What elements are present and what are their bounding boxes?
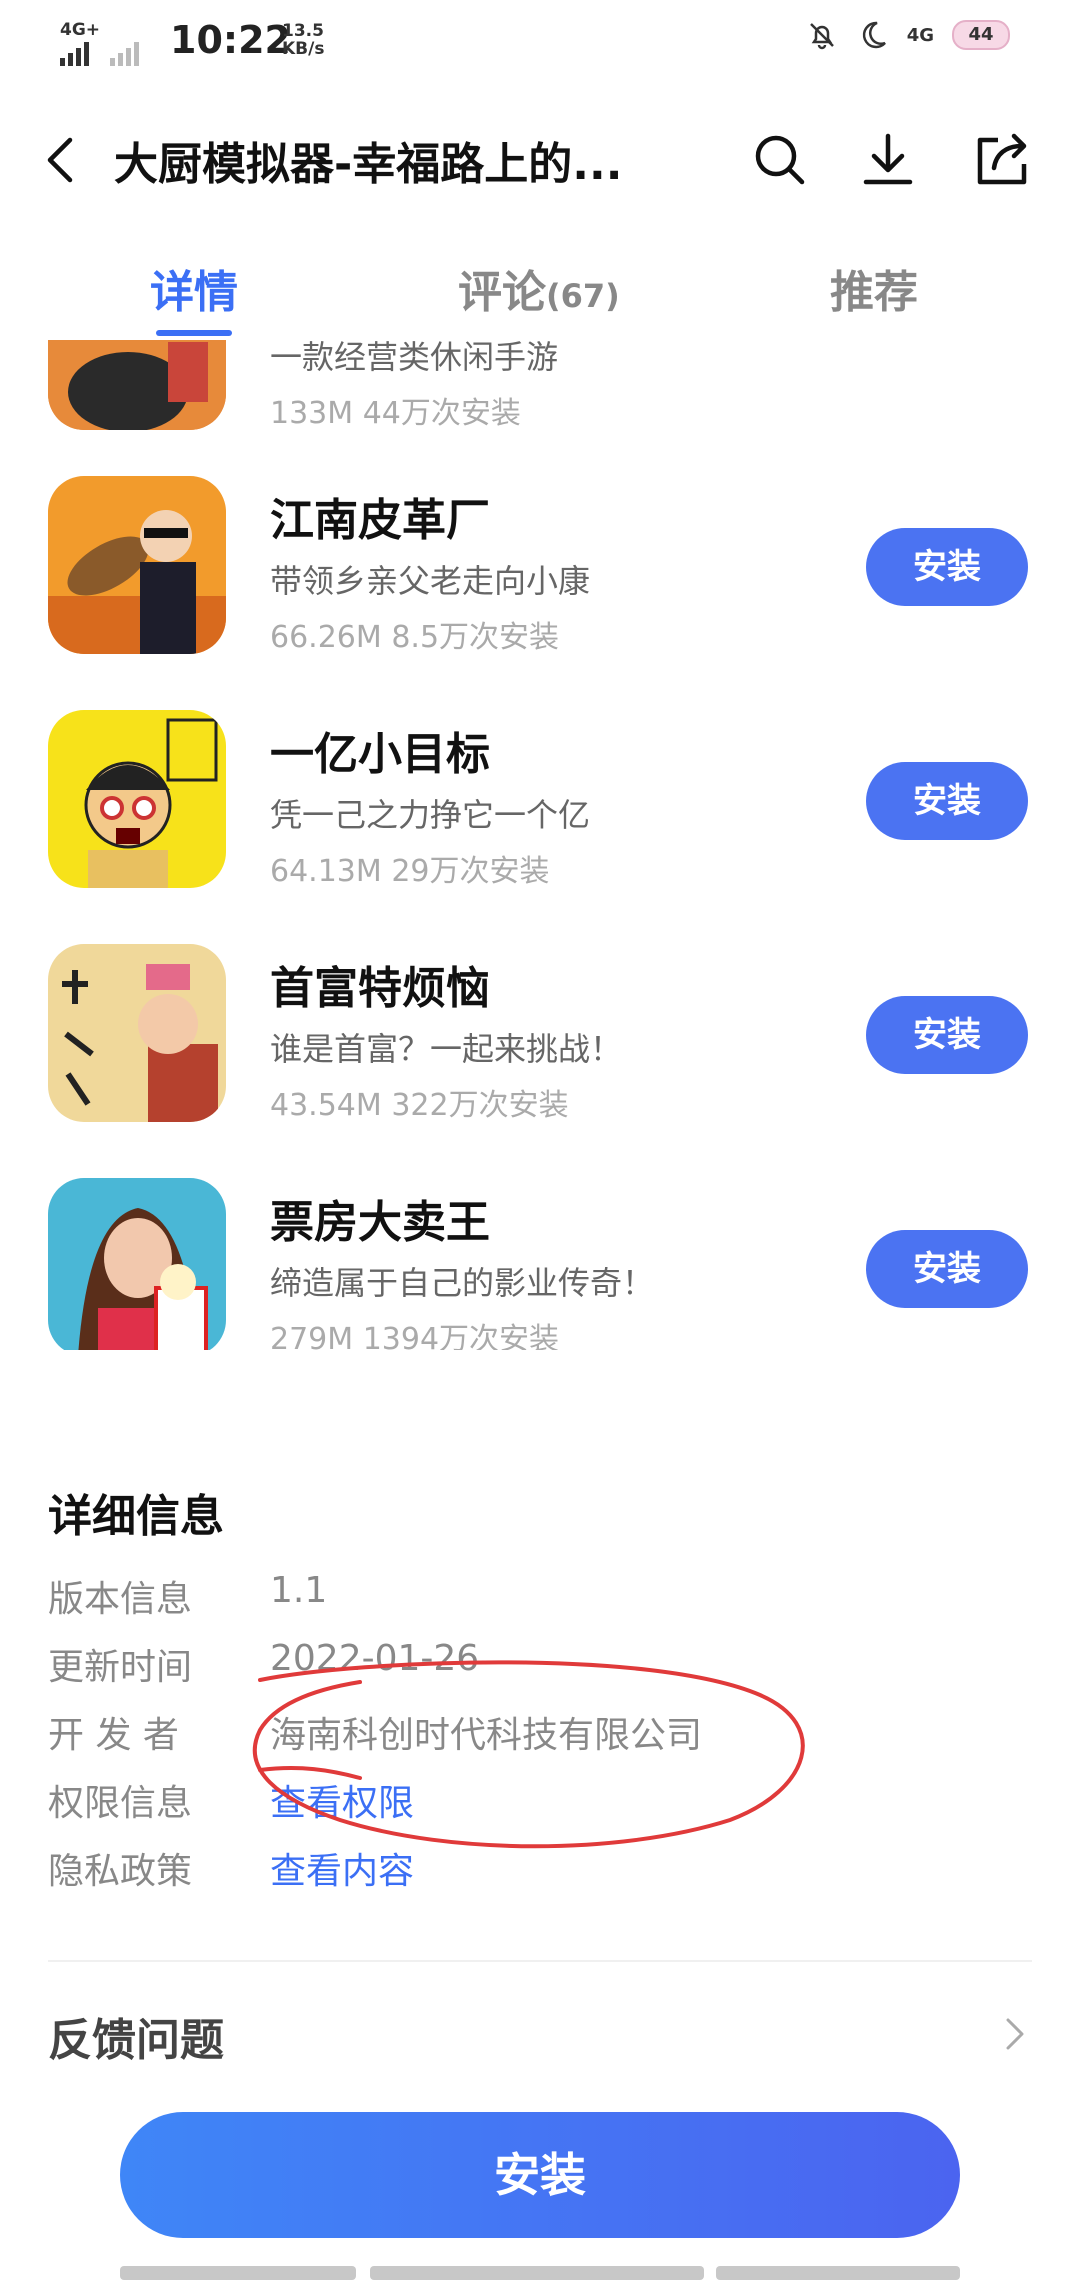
install-button[interactable]: 安装	[866, 762, 1028, 840]
nav-bar-segment	[120, 2266, 356, 2280]
list-item[interactable]: 江南皮革厂 带领乡亲父老走向小康 66.26M 8.5万次安装 安装	[0, 476, 1080, 656]
detail-value: 1.1	[270, 1570, 328, 1611]
tab-comments[interactable]: 评论(67)	[458, 256, 620, 320]
status-bar: 4G+ 10:22 13.5 KB/s 4G 44	[0, 0, 1080, 84]
app-name: 首富特烦恼	[270, 963, 490, 1014]
detail-label: 更新时间	[48, 1647, 193, 1688]
app-art	[48, 476, 226, 654]
app-thumbnail	[48, 1178, 226, 1350]
battery-indicator: 44	[952, 20, 1010, 50]
app-art	[48, 944, 226, 1122]
moon-icon	[862, 21, 886, 49]
details-heading: 详细信息	[48, 1491, 224, 1542]
app-thumbnail	[48, 944, 226, 1122]
list-item[interactable]: 一款经营类休闲手游 133M 44万次安装 安装	[0, 340, 1080, 432]
app-desc: 谁是首富？一起来挑战！	[270, 1030, 623, 1068]
app-meta: 66.26M 8.5万次安装	[270, 620, 560, 655]
list-item[interactable]: 一亿小目标 凭一己之力挣它一个亿 64.13M 29万次安装 安装	[0, 710, 1080, 890]
tab-details[interactable]: 详情	[150, 256, 238, 320]
app-thumbnail	[48, 710, 226, 888]
app-art	[48, 1178, 226, 1350]
detail-label: 开 发 者	[48, 1715, 179, 1756]
app-desc: 缔造属于自己的影业传奇！	[270, 1264, 655, 1302]
detail-row-version: 版本信息 1.1	[48, 1570, 1048, 1630]
app-header: 大厨模拟器-幸福路上的...	[0, 110, 1080, 210]
chevron-right-icon[interactable]	[1000, 2012, 1030, 2056]
signal-icon	[60, 40, 89, 66]
app-name: 票房大卖王	[270, 1197, 490, 1248]
app-name: 江南皮革厂	[270, 495, 490, 546]
page-title: 大厨模拟器-幸福路上的...	[114, 139, 623, 190]
nav-bar-segment	[716, 2266, 960, 2280]
clock: 10:22	[170, 18, 291, 62]
divider	[48, 1960, 1032, 1962]
app-desc: 一款经营类休闲手游	[270, 340, 559, 376]
app-desc: 凭一己之力挣它一个亿	[270, 796, 591, 834]
app-name: 一亿小目标	[270, 729, 490, 780]
app-thumbnail	[48, 340, 226, 430]
net-speed: 13.5 KB/s	[282, 21, 325, 59]
app-thumbnail	[48, 476, 226, 654]
tab-bar: 详情 评论(67) 推荐	[0, 250, 1080, 340]
tab-recommend[interactable]: 推荐	[830, 256, 918, 320]
search-icon[interactable]	[748, 128, 812, 192]
app-meta: 279M 1394万次安装	[270, 1322, 560, 1350]
download-icon[interactable]	[856, 128, 920, 192]
back-arrow-icon[interactable]	[36, 132, 92, 188]
recommend-list: 一款经营类休闲手游 133M 44万次安装 安装 江南皮革厂 带领乡亲父老走向小…	[0, 340, 1080, 1350]
app-art	[48, 710, 226, 888]
nav-bar-segment	[370, 2266, 704, 2280]
detail-label: 隐私政策	[48, 1851, 193, 1892]
mute-bell-icon	[809, 23, 834, 50]
status-icons: 4G 44	[805, 18, 1010, 52]
list-item[interactable]: 票房大卖王 缔造属于自己的影业传奇！ 279M 1394万次安装 安装	[0, 1178, 1080, 1350]
network-right: 4G	[906, 24, 934, 46]
signal-2-icon	[110, 40, 139, 66]
install-main-button[interactable]: 安装	[120, 2112, 960, 2238]
detail-label: 版本信息	[48, 1579, 193, 1620]
install-button[interactable]: 安装	[866, 996, 1028, 1074]
share-icon[interactable]	[970, 128, 1034, 192]
app-meta: 43.54M 322万次安装	[270, 1088, 569, 1123]
install-button[interactable]: 安装	[866, 1230, 1028, 1308]
tab-indicator	[156, 330, 232, 336]
app-meta: 64.13M 29万次安装	[270, 854, 550, 889]
feedback-label[interactable]: 反馈问题	[48, 2004, 224, 2068]
list-item[interactable]: 首富特烦恼 谁是首富？一起来挑战！ 43.54M 322万次安装 安装	[0, 944, 1080, 1124]
app-art	[48, 340, 226, 430]
app-meta: 133M 44万次安装	[270, 396, 521, 431]
install-button[interactable]: 安装	[866, 528, 1028, 606]
detail-label: 权限信息	[48, 1783, 193, 1824]
red-circle-annotation	[252, 1660, 805, 1849]
app-desc: 带领乡亲父老走向小康	[270, 562, 591, 600]
network-type: 4G+	[60, 20, 101, 40]
